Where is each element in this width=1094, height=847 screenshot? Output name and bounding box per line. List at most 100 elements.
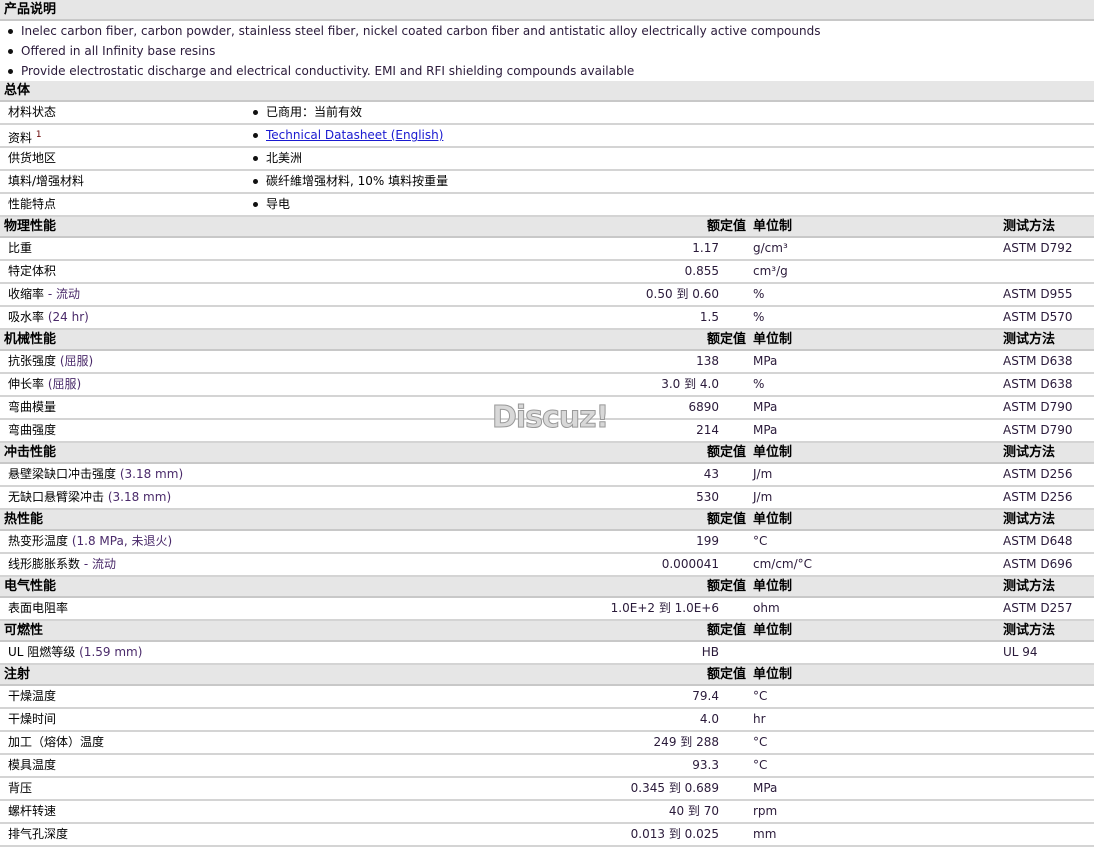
property-unit: % — [753, 310, 765, 324]
column-header-unit: 单位制 — [753, 623, 793, 638]
property-condition: (1.59 mm) — [79, 645, 143, 659]
column-header-test: 测试方法 — [1003, 512, 1056, 527]
property-label: 背压 — [8, 781, 33, 795]
property-label: 抗张强度 — [8, 354, 57, 368]
section-title: 机械性能 — [4, 332, 57, 347]
section-title: 物理性能 — [4, 219, 57, 234]
property-label: UL 阻燃等级 — [8, 645, 76, 659]
section-title: 注射 — [4, 667, 31, 682]
value-text: 碳纤維增强材料, 10% 填料按重量 — [266, 174, 449, 188]
property-label: 供货地区 — [8, 151, 57, 165]
property-condition: (屈服) — [47, 377, 82, 391]
property-row: 抗张强度 (屈服) 138 MPa ASTM D638 — [0, 351, 1094, 374]
value-text: 导电 — [266, 197, 291, 211]
property-label: 干燥温度 — [8, 689, 57, 703]
general-row: 材料状态 已商用：当前有效 — [0, 102, 1094, 125]
test-method: ASTM D696 — [1003, 557, 1073, 571]
property-row: 排气孔深度 0.013 到 0.025 mm — [0, 824, 1094, 847]
property-name: 吸水率 (24 hr) — [8, 307, 89, 328]
description-bullet: Offered in all Infinity base resins — [0, 41, 1094, 61]
property-value: 北美洲 — [253, 148, 302, 169]
property-row: 背压 0.345 到 0.689 MPa — [0, 778, 1094, 801]
test-method: ASTM D570 — [1003, 310, 1073, 324]
test-method: ASTM D638 — [1003, 354, 1073, 368]
property-row: 收缩率 - 流动 0.50 到 0.60% ASTM D955 — [0, 284, 1094, 307]
property-row: 干燥温度 79.4 °C — [0, 686, 1094, 709]
property-name: 模具温度 — [8, 755, 56, 776]
property-value: 1.5 — [699, 310, 719, 324]
property-unit: g/cm³ — [753, 241, 788, 255]
test-method: ASTM D790 — [1003, 423, 1073, 437]
general-row: 填料/增强材料 碳纤維增强材料, 10% 填料按重量 — [0, 171, 1094, 194]
section-title: 可燃性 — [4, 623, 44, 638]
property-unit: MPa — [753, 354, 778, 368]
description-bullet: Provide electrostatic discharge and elec… — [0, 61, 1094, 81]
property-label: 热变形温度 — [8, 534, 69, 548]
property-name: 热变形温度 (1.8 MPa, 未退火) — [8, 531, 172, 552]
property-label: 排气孔深度 — [8, 827, 69, 841]
section-header: 注射 额定值 单位制 — [0, 665, 1094, 686]
watermark-logo: Discuz! — [491, 400, 609, 436]
property-row: 悬壁梁缺口冲击强度 (3.18 mm) 43 J/m ASTM D256 — [0, 464, 1094, 487]
property-unit: cm³/g — [753, 264, 788, 278]
section-header: 热性能 额定值 单位制 测试方法 — [0, 510, 1094, 531]
property-unit: °C — [753, 689, 768, 703]
property-label: 材料状态 — [8, 105, 57, 119]
column-header-test: 测试方法 — [1003, 623, 1056, 638]
property-label: 吸水率 — [8, 310, 45, 324]
property-name: 抗张强度 (屈服) — [8, 351, 93, 372]
property-row: 表面电阻率 1.0E+2 到 1.0E+6 ohm ASTM D257 — [0, 598, 1094, 621]
column-header-value: 额定值 — [706, 445, 746, 460]
property-unit: cm/cm/°C — [753, 557, 813, 571]
property-label: 弯曲模量 — [8, 400, 57, 414]
property-value: 0.013 到 0.025 — [630, 827, 719, 841]
property-name: 资料 1 — [8, 125, 42, 149]
property-value: 0.000041 — [661, 557, 719, 571]
bullet-text: Offered in all Infinity base resins — [21, 44, 216, 58]
column-header-unit: 单位制 — [753, 332, 793, 347]
property-unit: MPa — [753, 781, 778, 795]
section-title: 冲击性能 — [4, 445, 57, 460]
property-label: 弯曲强度 — [8, 423, 57, 437]
general-row: 性能特点 导电 — [0, 194, 1094, 217]
bullet-icon — [8, 69, 13, 74]
property-row: 加工（熔体）温度 249 到 288 °C — [0, 732, 1094, 755]
property-value: 0.345 到 0.689 — [630, 781, 719, 795]
section-title: 电气性能 — [4, 579, 57, 594]
property-label: 干燥时间 — [8, 712, 57, 726]
property-name: 弯曲强度 — [8, 420, 56, 441]
property-label: 无缺口悬臂梁冲击 — [8, 490, 105, 504]
section-header: 可燃性 额定值 单位制 测试方法 — [0, 621, 1094, 642]
bullet-icon — [8, 49, 13, 54]
property-name: 填料/增强材料 — [8, 171, 84, 192]
property-value: 138 — [696, 354, 719, 368]
property-name: 收缩率 - 流动 — [8, 284, 80, 305]
property-label: 线形膨胀系数 — [8, 557, 81, 571]
property-name: 材料状态 — [8, 102, 56, 123]
property-label: 比重 — [8, 241, 33, 255]
bullet-icon — [253, 133, 258, 138]
property-value: 1.17 — [692, 241, 719, 255]
datasheet-link[interactable]: Technical Datasheet (English) — [266, 128, 443, 142]
property-value: 1.0E+2 到 1.0E+6 — [610, 601, 719, 615]
test-method: ASTM D955 — [1003, 287, 1073, 301]
property-name: 排气孔深度 — [8, 824, 68, 845]
column-header-test: 测试方法 — [1003, 579, 1056, 594]
column-header-value: 额定值 — [706, 579, 746, 594]
value-text: 北美洲 — [266, 151, 303, 165]
section-header: 机械性能 额定值 单位制 测试方法 — [0, 330, 1094, 351]
property-name: 悬壁梁缺口冲击强度 (3.18 mm) — [8, 464, 183, 485]
property-label: 填料/增强材料 — [8, 174, 85, 188]
property-label: 性能特点 — [8, 197, 57, 211]
property-unit: % — [753, 377, 765, 391]
property-name: 表面电阻率 — [8, 598, 68, 619]
column-header-unit: 单位制 — [753, 219, 793, 234]
property-value: 0.50 到 0.60 — [645, 287, 719, 301]
property-unit: % — [753, 287, 765, 301]
property-unit: MPa — [753, 423, 778, 437]
footnote-marker: 1 — [35, 130, 42, 140]
property-row: 吸水率 (24 hr) 1.5% ASTM D570 — [0, 307, 1094, 330]
bullet-icon — [8, 29, 13, 34]
property-value: 碳纤維增强材料, 10% 填料按重量 — [253, 171, 448, 192]
general-table: 材料状态 已商用：当前有效 资料 1 Technical Datasheet (Eng… — [0, 102, 1094, 217]
